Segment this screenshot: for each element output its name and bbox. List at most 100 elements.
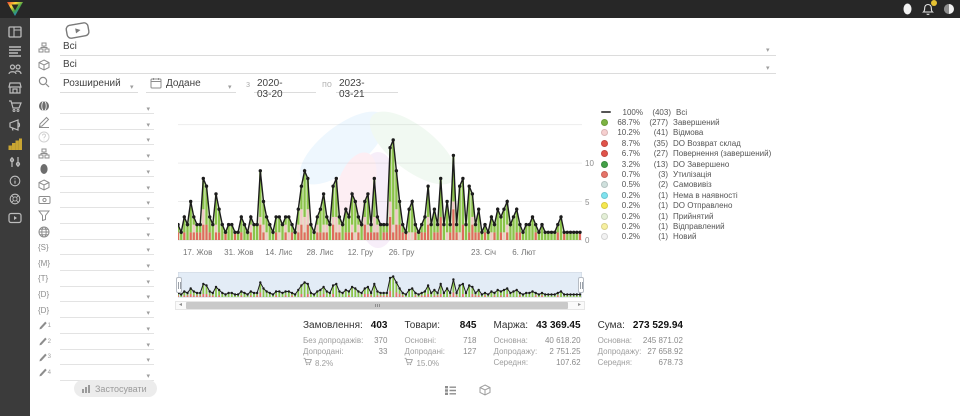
date-to-label: по [322, 79, 332, 89]
filter-row-pencil-icon2[interactable]: 2▾ [36, 336, 156, 351]
top-select-0[interactable]: Всі▾ [36, 39, 776, 56]
filter-row-bracket-db-icon[interactable]: {D}▾ [36, 304, 156, 319]
filter-row-cube-icon[interactable]: ▾ [36, 179, 156, 194]
stat-title: Замовлення: [303, 320, 363, 331]
search-icon[interactable] [38, 76, 51, 89]
question-icon [38, 131, 51, 143]
chevron-down-icon: ▾ [146, 372, 150, 380]
legend-item[interactable]: 0.7%(3)Утилізація [601, 169, 771, 179]
legend-item[interactable]: 100%(403)Всі [601, 107, 771, 117]
theme-icon[interactable] [942, 2, 956, 16]
chevron-down-icon: ▾ [146, 309, 150, 317]
legend-dot-swatch [601, 171, 608, 178]
nav-help-icon[interactable] [7, 191, 23, 207]
filter-row-pencil-icon3[interactable]: 3▾ [36, 351, 156, 366]
bracket-m-icon: {M} [38, 257, 51, 269]
nav-bar-chart-icon[interactable] [7, 136, 23, 152]
header-actions [900, 1, 956, 17]
scrollbar-thumb[interactable] [186, 302, 568, 309]
legend-item[interactable]: 3.2%(13)DO Завершено [601, 159, 771, 169]
nav-video-icon[interactable] [7, 210, 23, 226]
date-to-input[interactable]: 2023-03-21 [339, 78, 365, 100]
legend-item[interactable]: 0.2%(1)DO Отправлено [601, 201, 771, 211]
stat-column: Сума:273 529.94Основна:245 871.02Допрода… [598, 320, 683, 369]
scroll-right-arrow[interactable]: ▸ [575, 302, 584, 309]
filter-row-pencil-icon1[interactable]: 1▾ [36, 320, 156, 335]
nav-store-icon[interactable] [7, 80, 23, 96]
chevron-down-icon: ▾ [146, 278, 150, 286]
legend-item[interactable]: 68.7%(277)Завершений [601, 117, 771, 127]
legend-item[interactable]: 0.2%(1)Відправлений [601, 221, 771, 231]
chevron-down-icon: ▾ [146, 184, 150, 192]
chevron-down-icon: ▾ [766, 46, 770, 54]
scroll-left-arrow[interactable]: ◂ [176, 302, 185, 309]
footer-view-toggles [444, 383, 491, 401]
filter-row-bracket-m-icon[interactable]: {M} ▾ [36, 257, 156, 272]
app-logo-icon[interactable] [6, 1, 24, 17]
filter-row-bracket-s-icon[interactable]: {S}▾ [36, 241, 156, 256]
bracket-s-icon: {S} [38, 241, 51, 253]
filter-row-sitemap-icon[interactable]: ▾ [36, 147, 156, 162]
nav-megaphone-icon[interactable] [7, 117, 23, 133]
y-tick-label: 10 [585, 159, 594, 168]
chevron-down-icon: ▾ [146, 356, 150, 364]
filter-row-avatar-icon[interactable]: ▾ [36, 163, 156, 178]
pen-line-icon [38, 116, 51, 128]
app-header [0, 0, 960, 18]
filter-row-globe-filled-icon[interactable]: ▾ [36, 100, 156, 115]
legend-line-swatch [601, 111, 611, 113]
chevron-down-icon: ▾ [146, 152, 150, 160]
legend-item[interactable]: 0.5%(2)Самовивіз [601, 180, 771, 190]
filter-row-globe-icon[interactable]: ▾ [36, 226, 156, 241]
cart-icon [404, 357, 413, 369]
stat-value: 845 [460, 320, 477, 331]
cube-icon[interactable] [479, 383, 491, 401]
nav-columns-icon[interactable] [7, 24, 23, 40]
date-from-input[interactable]: 2020-03-20 [257, 78, 283, 100]
user-icon[interactable] [900, 2, 914, 16]
legend-dot-swatch [601, 161, 608, 168]
legend-dot-swatch [601, 119, 608, 126]
filter-row-bracket-t-icon[interactable]: {T}▾ [36, 273, 156, 288]
legend-item[interactable]: 8.7%(35)DO Возврат склад [601, 138, 771, 148]
x-tick-label: 26. Гру [389, 248, 415, 257]
nav-cart-icon[interactable] [7, 98, 23, 114]
nav-info-icon[interactable] [7, 173, 23, 189]
nav-users-icon[interactable] [7, 61, 23, 77]
apply-button[interactable]: Застосувати [74, 380, 157, 397]
globe-filled-icon [38, 100, 51, 112]
search-mode-select[interactable]: Розширений [63, 78, 121, 89]
legend-item[interactable]: 0.2%(1)Прийнятий [601, 211, 771, 221]
bell-icon[interactable] [921, 2, 935, 16]
nav-rail [0, 18, 30, 416]
navigator-left-handle[interactable] [176, 277, 182, 293]
filter-row-funnel-icon[interactable]: ▾ [36, 210, 156, 225]
cube-icon [38, 58, 51, 71]
chevron-down-icon: ▾ [146, 262, 150, 270]
filter-row-bracket-d-icon[interactable]: {D}▾ [36, 288, 156, 303]
chevron-down-icon: ▾ [146, 293, 150, 301]
list-view-icon[interactable] [444, 383, 457, 401]
navigator-right-handle[interactable] [578, 277, 584, 293]
filter-row-pen-line-icon[interactable]: ▾ [36, 116, 156, 131]
nav-sliders-icon[interactable] [7, 154, 23, 170]
filter-row-question-icon[interactable]: ▾ [36, 131, 156, 146]
filter-row-banknote-icon[interactable]: ▾ [36, 194, 156, 209]
avatar-icon [38, 163, 51, 175]
legend-item[interactable]: 10.2%(41)Відмова [601, 128, 771, 138]
globe-icon [38, 226, 51, 238]
chart-navigator [178, 272, 582, 299]
legend-item[interactable]: 0.2%(1)Новий [601, 232, 771, 242]
legend-item[interactable]: 0.2%(1)Нема в наявності [601, 190, 771, 200]
chart-scrollbar: ◂ ▸ [175, 301, 585, 310]
chevron-down-icon: ▾ [146, 121, 150, 129]
legend-item[interactable]: 6.7%(27)Повернення (завершений) [601, 149, 771, 159]
date-from-label: з [246, 79, 250, 89]
legend-dot-swatch [601, 223, 608, 230]
top-select-1[interactable]: Всі▾ [36, 57, 776, 74]
chevron-down-icon: ▾ [146, 168, 150, 176]
x-tick-label: 12. Гру [348, 248, 374, 257]
select-value: Всі [63, 59, 77, 70]
nav-list-icon[interactable] [7, 43, 23, 59]
date-field-select[interactable]: Додане [166, 78, 201, 89]
